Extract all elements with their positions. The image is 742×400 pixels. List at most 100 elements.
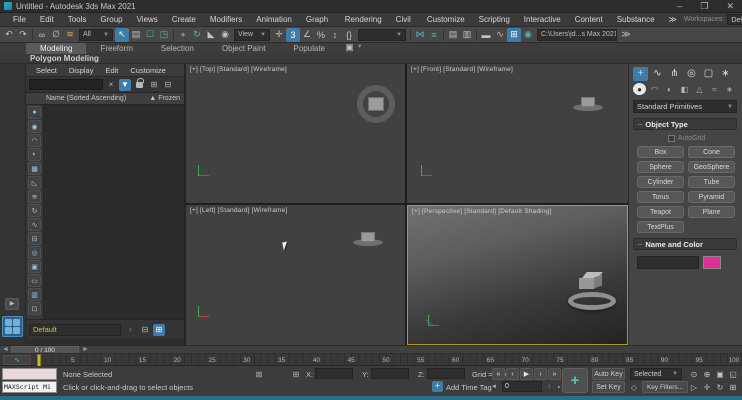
menu-interactive[interactable]: Interactive — [517, 13, 568, 27]
groups-filter-icon[interactable]: ↻ — [28, 204, 41, 217]
use-center-flyout-icon[interactable]: ◉ — [218, 28, 232, 42]
select-and-manipulate-icon[interactable]: ✛ — [272, 28, 286, 42]
x-coordinate-field[interactable] — [315, 368, 353, 379]
frozen-filter-icon[interactable]: ▭ — [28, 274, 41, 287]
create-textplus-button[interactable]: TextPlus — [637, 221, 684, 233]
ribbon-tab-freeform[interactable]: Freeform — [86, 43, 146, 54]
clear-search-icon[interactable]: × — [105, 79, 117, 91]
box-object-perspective[interactable] — [579, 272, 605, 292]
bind-to-space-warp-icon[interactable]: ≋ — [63, 28, 77, 42]
tab-modify-icon[interactable]: ∿ — [650, 67, 665, 81]
time-slider-track[interactable]: ◄ 0 / 100 ► — [0, 345, 742, 353]
viewport-front-label[interactable]: [+] [Front] [Standard] [Wireframe] — [411, 66, 513, 73]
search-input[interactable] — [29, 79, 103, 90]
viewport-top[interactable]: [+] [Top] [Standard] [Wireframe] — [186, 64, 405, 203]
box-object-top[interactable] — [368, 97, 384, 111]
absolute-mode-toggle-icon[interactable]: ⊞ — [290, 368, 302, 380]
mini-curve-editor-button[interactable]: ∿ — [3, 355, 31, 365]
snap-toggle-3d-icon[interactable]: 3 — [286, 28, 300, 42]
ribbon-tab-modeling[interactable]: Modeling — [26, 43, 86, 54]
ribbon-tab-selection[interactable]: Selection — [147, 43, 208, 54]
time-tag-icon[interactable]: + — [432, 381, 443, 392]
reference-coordinate-system-dropdown[interactable]: View▼ — [234, 29, 270, 41]
undo-icon[interactable]: ↶ — [2, 28, 16, 42]
display-all-filter-icon[interactable]: ● — [28, 106, 41, 119]
create-pyramid-button[interactable]: Pyramid — [688, 191, 735, 203]
menu-civil-view[interactable]: Civil View — [389, 13, 420, 27]
object-type-rollout[interactable]: − Object Type — [633, 118, 737, 130]
menu-animation[interactable]: Animation — [249, 13, 299, 27]
preset-spinner[interactable]: ↕ — [124, 324, 136, 336]
previous-frame-button[interactable]: ‹ — [506, 368, 519, 380]
menu-scripting[interactable]: Scripting — [472, 13, 517, 27]
select-and-link-icon[interactable]: ∞ — [35, 28, 49, 42]
play-button[interactable]: ▶ — [520, 368, 533, 380]
viewport-front[interactable]: [+] [Front] [Standard] [Wireframe] — [407, 64, 628, 203]
create-plane-button[interactable]: Plane — [688, 206, 735, 218]
shapes-icon[interactable]: ◠ — [648, 83, 661, 95]
collapse-all-icon[interactable]: ⊟ — [162, 79, 174, 91]
pan-icon[interactable]: ✛ — [701, 381, 713, 393]
close-button[interactable]: ✕ — [726, 1, 734, 12]
space-warps-filter-icon[interactable]: ≋ — [28, 190, 41, 203]
create-teapot-button[interactable]: Teapot — [637, 206, 684, 218]
viewport-left[interactable]: [+] [Left] [Standard] [Wireframe] — [186, 205, 405, 345]
create-cylinder-button[interactable]: Cylinder — [637, 176, 684, 188]
set-key-button[interactable]: Set Key — [592, 381, 625, 393]
category-dropdown[interactable]: Standard Primitives ▼ — [633, 100, 737, 113]
go-to-end-button[interactable]: » — [548, 368, 561, 380]
viewport-left-label[interactable]: [+] [Left] [Standard] [Wireframe] — [190, 207, 287, 214]
maxscript-mini-listener[interactable]: MAXScript Mi — [2, 381, 57, 393]
explorer-preset-dropdown[interactable]: Default — [29, 324, 121, 336]
next-frame-button[interactable]: › — [534, 368, 547, 380]
filter-icon[interactable]: ▼ — [119, 79, 131, 91]
zoom-extents-all-icon[interactable]: ◱ — [727, 368, 739, 380]
menu-views[interactable]: Views — [130, 13, 165, 27]
create-sphere-button[interactable]: Sphere — [637, 161, 684, 173]
viewport-layout-tab-icon[interactable] — [2, 316, 23, 337]
spinner-snap-toggle-icon[interactable]: ↕ — [328, 28, 342, 42]
explorer-menu-customize[interactable]: Customize — [124, 66, 171, 75]
menu-edit[interactable]: Edit — [33, 13, 61, 27]
named-selection-sets-dropdown[interactable]: ▼ — [358, 29, 406, 41]
hidden-filter-icon[interactable]: ▥ — [28, 288, 41, 301]
mirror-icon[interactable]: ⋈ — [413, 28, 427, 42]
scene-object-left[interactable] — [353, 229, 383, 246]
percent-snap-toggle-icon[interactable]: % — [314, 28, 328, 42]
key-mode-toggle-icon[interactable]: ◄ — [488, 381, 500, 393]
layers-filter-icon[interactable]: ⊡ — [28, 302, 41, 315]
ribbon-tab-object-paint[interactable]: Object Paint — [208, 43, 280, 54]
workspaces-dropdown[interactable]: Default ▼ — [727, 14, 742, 25]
lights-icon[interactable]: ◐ — [663, 83, 676, 95]
menu-overflow-16[interactable]: ≫ — [662, 13, 684, 27]
select-and-rotate-icon[interactable]: ↻ — [190, 28, 204, 42]
cameras-icon[interactable]: ◧ — [678, 83, 691, 95]
name-color-rollout[interactable]: − Name and Color — [633, 238, 737, 250]
add-time-tag-label[interactable]: Add Time Tag — [446, 383, 492, 392]
menu-content[interactable]: Content — [568, 13, 610, 27]
redo-icon[interactable]: ↷ — [16, 28, 30, 42]
create-box-button[interactable]: Box — [637, 146, 684, 158]
angle-snap-toggle-icon[interactable]: ∠ — [300, 28, 314, 42]
select-and-scale-icon[interactable]: ◣ — [204, 28, 218, 42]
lock-icon[interactable] — [136, 82, 143, 88]
selection-filter-dropdown[interactable]: All▼ — [79, 29, 113, 41]
select-and-move-icon[interactable]: + — [176, 28, 190, 42]
bones-filter-icon[interactable]: ◎ — [28, 246, 41, 259]
curve-editor-icon[interactable]: ∿ — [493, 28, 507, 42]
helpers-icon[interactable]: △ — [693, 83, 706, 95]
select-by-name-icon[interactable]: ▤ — [129, 28, 143, 42]
shapes-filter-icon[interactable]: ◠ — [28, 134, 41, 147]
systems-icon[interactable]: ∗ — [723, 83, 736, 95]
key-filters-button[interactable]: Key Filters... — [642, 381, 688, 393]
space-warps-icon[interactable]: ≈ — [708, 83, 721, 95]
geometry-filter-icon[interactable]: ◉ — [28, 120, 41, 133]
viewport-perspective-label[interactable]: [+] [Perspective] [Standard] [Default Sh… — [412, 208, 551, 215]
maximize-viewport-toggle-icon[interactable]: ⊞ — [727, 381, 739, 393]
menu-customize[interactable]: Customize — [420, 13, 472, 27]
rectangular-selection-region-icon[interactable]: ☐ — [143, 28, 157, 42]
pick-explorer-icon[interactable]: ⊟ — [139, 324, 151, 336]
autogrid-checkbox[interactable] — [668, 135, 675, 142]
material-editor-icon[interactable]: ◉ — [521, 28, 535, 42]
materials-filter-icon[interactable]: ⊟ — [28, 232, 41, 245]
